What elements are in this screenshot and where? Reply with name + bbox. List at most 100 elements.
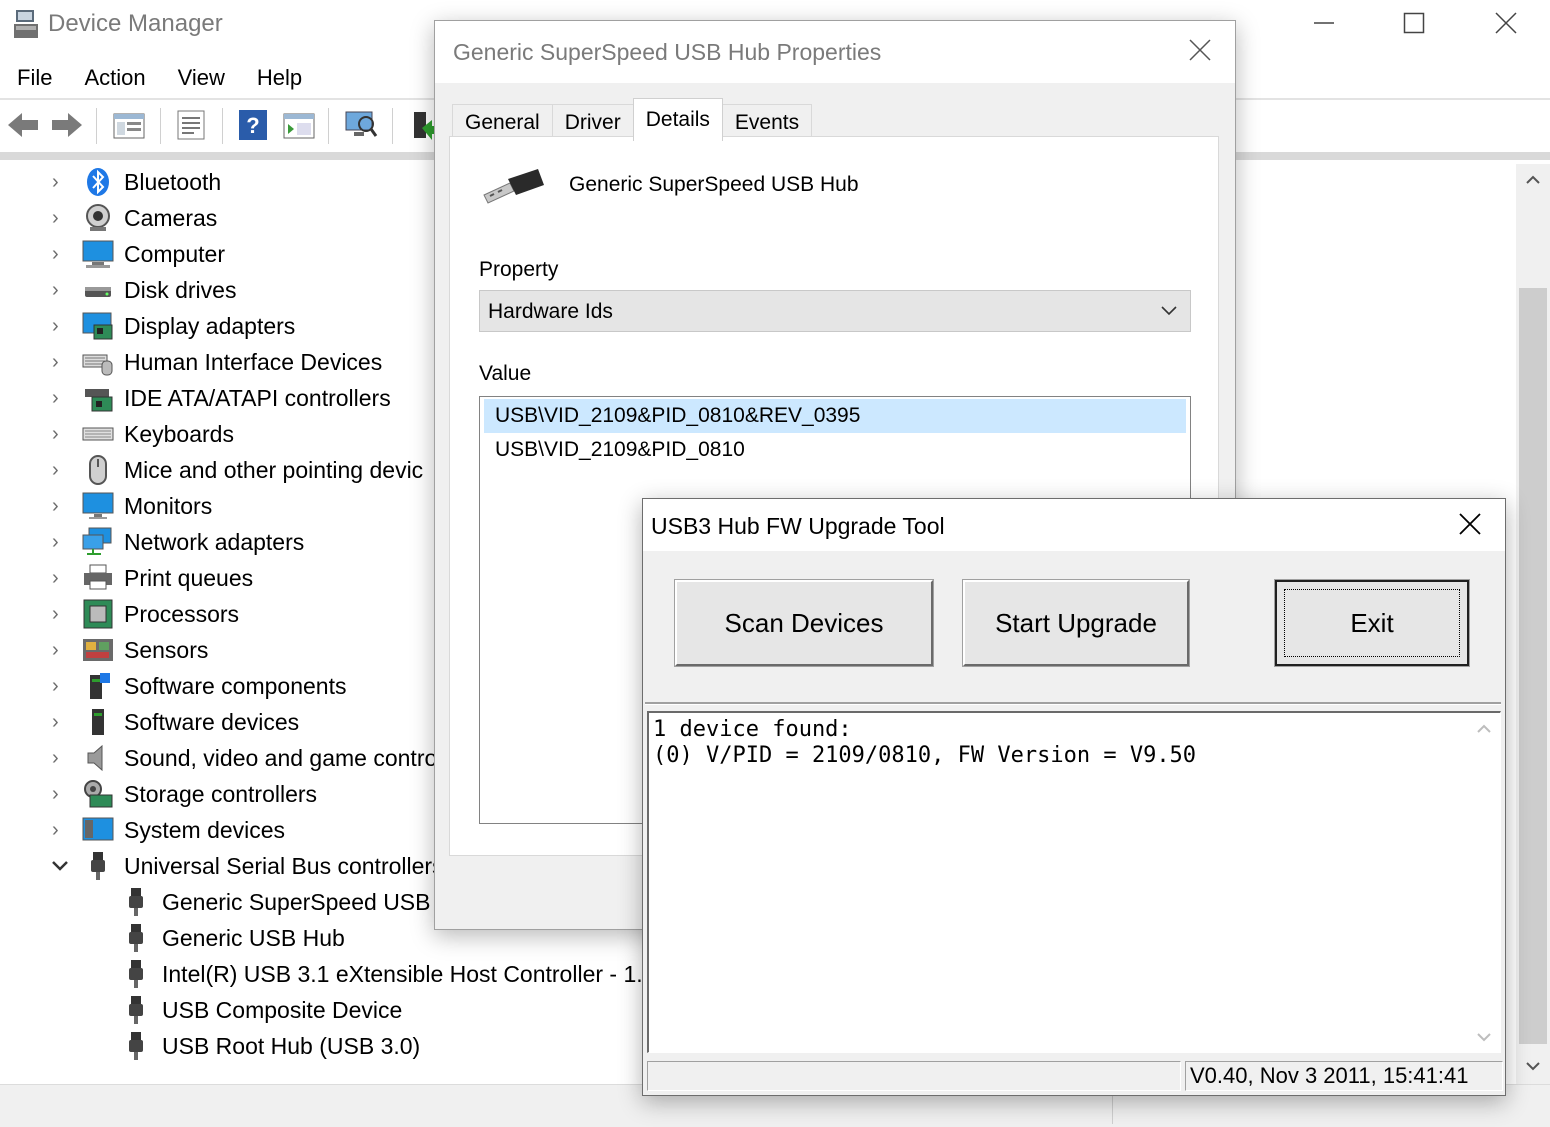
fw-upgrade-dialog: USB3 Hub FW Upgrade Tool Scan Devices St… bbox=[642, 498, 1506, 1096]
chevron-right-icon[interactable]: › bbox=[52, 388, 68, 408]
toolbar-separator bbox=[392, 108, 393, 144]
chevron-right-icon[interactable]: › bbox=[52, 352, 68, 372]
tree-node-label: Computer bbox=[124, 240, 225, 267]
close-icon bbox=[1189, 39, 1211, 61]
scroll-down-icon[interactable] bbox=[1523, 1058, 1543, 1074]
maximize-icon bbox=[1403, 12, 1425, 34]
minimize-button[interactable] bbox=[1294, 6, 1354, 40]
scroll-down-icon[interactable] bbox=[1476, 1031, 1492, 1043]
help-icon[interactable]: ? bbox=[236, 108, 270, 142]
chevron-down-icon bbox=[1161, 306, 1177, 316]
chevron-right-icon[interactable]: › bbox=[52, 496, 68, 516]
forward-icon[interactable] bbox=[50, 108, 84, 142]
usb-device-icon bbox=[129, 960, 143, 988]
keyboard-icon bbox=[82, 427, 114, 441]
chevron-right-icon[interactable]: › bbox=[52, 712, 68, 732]
chevron-right-icon[interactable]: › bbox=[52, 676, 68, 696]
start-upgrade-button[interactable]: Start Upgrade bbox=[962, 579, 1190, 667]
menu-help[interactable]: Help bbox=[241, 60, 318, 98]
chevron-right-icon[interactable]: › bbox=[52, 460, 68, 480]
close-icon bbox=[1459, 513, 1481, 535]
scan-devices-button[interactable]: Scan Devices bbox=[674, 579, 934, 667]
fw-close-button[interactable] bbox=[1451, 507, 1489, 543]
fw-status-pane bbox=[647, 1061, 1181, 1091]
bluetooth-icon bbox=[87, 168, 109, 196]
chevron-right-icon[interactable]: › bbox=[52, 640, 68, 660]
scroll-up-icon[interactable] bbox=[1523, 172, 1543, 188]
chevron-right-icon[interactable]: › bbox=[52, 316, 68, 336]
chevron-right-icon[interactable]: › bbox=[52, 748, 68, 768]
property-dropdown[interactable]: Hardware Ids bbox=[479, 290, 1191, 332]
tree-node-label: Monitors bbox=[124, 492, 213, 519]
properties-tabs: General Driver Details Events bbox=[452, 98, 813, 141]
tree-node-label: USB Composite Device bbox=[162, 996, 403, 1023]
tree-node-label: Display adapters bbox=[124, 312, 296, 339]
menu-bar: File Action View Help bbox=[0, 60, 318, 98]
value-item[interactable]: USB\VID_2109&PID_0810 bbox=[484, 433, 1186, 467]
exit-button-label: Exit bbox=[1284, 589, 1460, 657]
network-adapter-icon bbox=[82, 527, 112, 555]
usb-device-icon bbox=[129, 1032, 143, 1060]
svg-text:?: ? bbox=[246, 113, 259, 138]
storage-controller-icon bbox=[84, 780, 113, 808]
maximize-button[interactable] bbox=[1384, 6, 1444, 40]
value-item-selected[interactable]: USB\VID_2109&PID_0810&REV_0395 bbox=[484, 399, 1186, 433]
tree-node-label: Mice and other pointing devic bbox=[124, 456, 424, 483]
device-manager-app-icon bbox=[14, 10, 38, 38]
chevron-right-icon[interactable]: › bbox=[52, 208, 68, 228]
chevron-right-icon[interactable]: › bbox=[52, 244, 68, 264]
chevron-down-icon[interactable] bbox=[50, 858, 68, 874]
menu-view[interactable]: View bbox=[162, 60, 241, 98]
chevron-right-icon[interactable]: › bbox=[52, 280, 68, 300]
scrollbar-thumb[interactable] bbox=[1519, 288, 1547, 1044]
tree-node-label: Human Interface Devices bbox=[124, 348, 383, 375]
window-title: Device Manager bbox=[48, 10, 223, 37]
tree-node-label: Processors bbox=[124, 600, 240, 627]
software-component-icon bbox=[90, 673, 110, 699]
chevron-right-icon[interactable]: › bbox=[52, 820, 68, 840]
usb-device-icon bbox=[129, 888, 143, 916]
properties-title: Generic SuperSpeed USB Hub Properties bbox=[453, 39, 882, 65]
scroll-up-icon[interactable] bbox=[1476, 723, 1492, 735]
display-adapter-icon bbox=[82, 312, 113, 340]
toolbar-separator bbox=[328, 108, 329, 144]
property-dropdown-value: Hardware Ids bbox=[488, 300, 613, 323]
show-hide-tree-icon[interactable] bbox=[112, 108, 146, 142]
tree-node-label: Keyboards bbox=[124, 420, 234, 447]
close-window-button[interactable] bbox=[1476, 6, 1536, 40]
tree-node-label: IDE ATA/ATAPI controllers bbox=[124, 384, 391, 411]
chevron-right-icon[interactable]: › bbox=[52, 172, 68, 192]
tree-node-label: Generic USB Hub bbox=[162, 924, 345, 951]
software-device-icon bbox=[92, 709, 104, 735]
chevron-right-icon[interactable]: › bbox=[52, 424, 68, 444]
chevron-right-icon[interactable]: › bbox=[52, 568, 68, 588]
properties-titlebar: Generic SuperSpeed USB Hub Properties bbox=[435, 21, 1235, 83]
chevron-right-icon[interactable]: › bbox=[52, 784, 68, 804]
disk-drive-icon bbox=[85, 287, 111, 297]
value-label: Value bbox=[479, 362, 532, 385]
tree-node-label: USB Root Hub (USB 3.0) bbox=[162, 1032, 421, 1059]
properties-close-button[interactable] bbox=[1183, 33, 1217, 67]
menu-action[interactable]: Action bbox=[68, 60, 161, 98]
properties-icon[interactable] bbox=[174, 108, 208, 142]
back-icon[interactable] bbox=[6, 108, 40, 142]
tree-node-label: Sensors bbox=[124, 636, 209, 663]
exit-button[interactable]: Exit bbox=[1274, 579, 1470, 667]
tab-details[interactable]: Details bbox=[632, 98, 723, 141]
fw-divider bbox=[645, 702, 1501, 705]
menu-file[interactable]: File bbox=[0, 60, 68, 98]
fw-log-output[interactable]: 1 device found: (0) V/PID = 2109/0810, F… bbox=[647, 711, 1501, 1053]
toolbar-separator bbox=[160, 108, 161, 144]
view-icon[interactable] bbox=[282, 108, 316, 142]
printer-icon bbox=[84, 564, 112, 590]
scan-hardware-icon[interactable] bbox=[344, 108, 378, 142]
log-line: (0) V/PID = 2109/0810, FW Version = V9.5… bbox=[653, 743, 1197, 768]
close-icon bbox=[1495, 12, 1517, 34]
chevron-right-icon[interactable]: › bbox=[52, 532, 68, 552]
log-line: 1 device found: bbox=[653, 717, 852, 742]
property-label: Property bbox=[479, 258, 559, 281]
camera-icon bbox=[86, 204, 110, 231]
chevron-right-icon[interactable]: › bbox=[52, 604, 68, 624]
log-scrollbar[interactable] bbox=[1468, 713, 1500, 1053]
toolbar-separator bbox=[222, 108, 223, 144]
